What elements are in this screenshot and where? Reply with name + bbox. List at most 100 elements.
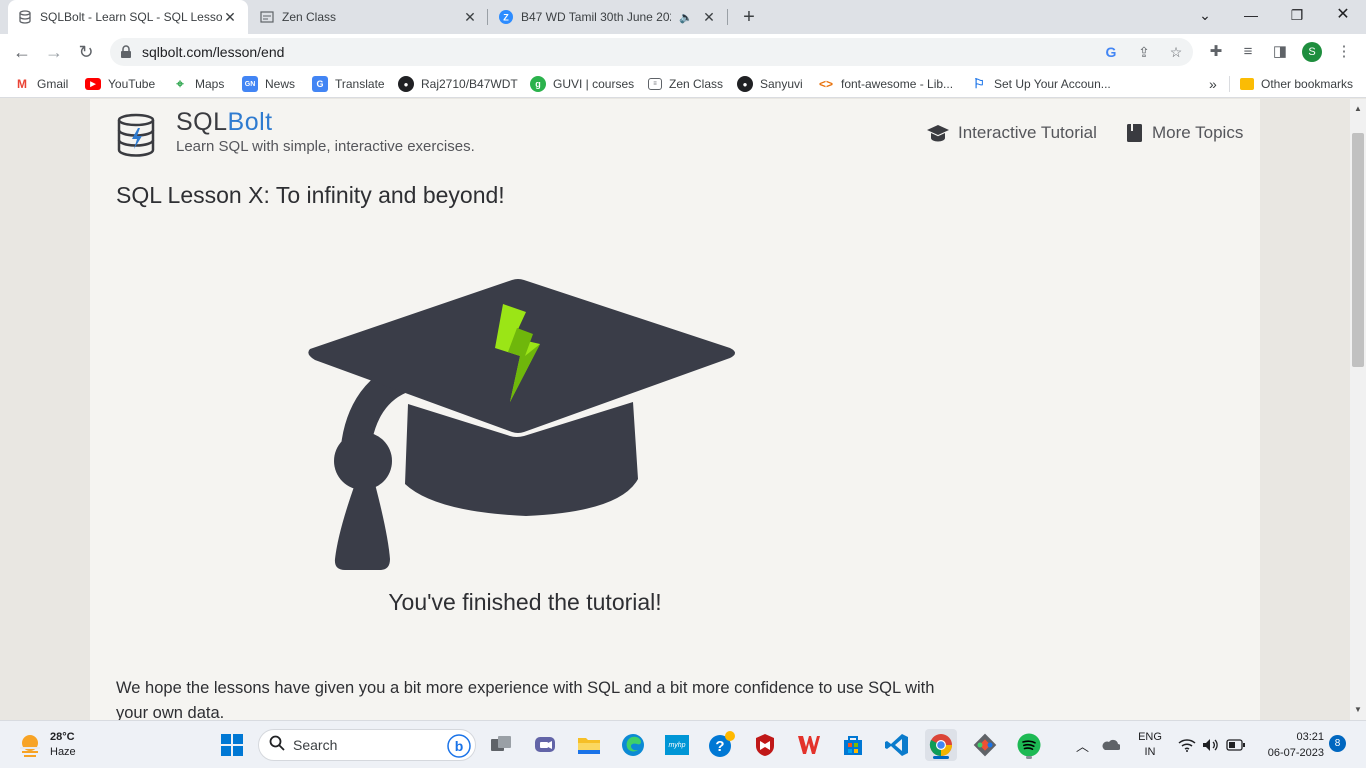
address-bar[interactable]: sqlbolt.com/lesson/end G ⇪ ☆ (110, 38, 1193, 66)
nav-interactive-tutorial[interactable]: Interactive Tutorial (926, 123, 1097, 143)
gmail-icon: M (17, 77, 27, 91)
system-clock[interactable]: 03:21 06-07-2023 (1250, 729, 1324, 761)
media-queue-icon[interactable]: ≡ (1238, 42, 1258, 62)
task-view-icon[interactable] (485, 729, 517, 761)
mcafee-icon[interactable] (749, 729, 781, 761)
volume-icon[interactable] (1202, 721, 1220, 768)
graduation-cap-illustration (300, 274, 740, 574)
nav-more-topics[interactable]: More Topics (1126, 123, 1243, 143)
lesson-title: SQL Lesson X: To infinity and beyond! (116, 182, 505, 208)
google-lens-icon[interactable]: G (1101, 42, 1121, 62)
wps-office-icon[interactable] (793, 729, 825, 761)
restore-button[interactable]: ❐ (1274, 0, 1320, 30)
bookmark-gmail[interactable]: M Gmail (14, 75, 68, 93)
bookmarks-bar: M Gmail ▶ YouTube ⌖ Maps GN News G Translate … (0, 70, 1366, 98)
browser-toolbar: ← → ↻ sqlbolt.com/lesson/end G ⇪ ☆ ✚ ≡ ◨… (0, 34, 1366, 70)
bookmark-label: Maps (195, 77, 225, 91)
close-tab-icon[interactable]: ✕ (462, 9, 478, 26)
notification-badge[interactable]: 8 (1329, 735, 1346, 752)
tab-title: Zen Class (282, 10, 337, 24)
maps-icon: ⌖ (176, 76, 184, 91)
brand-sql: SQL (176, 108, 228, 136)
minimize-button[interactable]: — (1228, 0, 1274, 30)
region-code: IN (1144, 746, 1156, 758)
sqlbolt-logo-icon[interactable] (116, 113, 156, 157)
bookmarks-overflow-button[interactable]: » (1209, 75, 1217, 93)
windows-taskbar: 28°C Haze Search b myhp ? ︿ ENG IN 03:21… (0, 720, 1366, 768)
bookmark-label: Translate (335, 77, 385, 91)
weather-widget[interactable]: 28°C Haze (16, 730, 76, 760)
back-button[interactable]: ← (8, 38, 36, 66)
onedrive-cloud-icon[interactable] (1100, 721, 1120, 768)
profile-avatar[interactable]: S (1302, 42, 1322, 62)
book-icon (1127, 124, 1142, 142)
new-tab-button[interactable]: + (737, 5, 761, 29)
bing-icon[interactable]: b (447, 734, 471, 761)
scroll-down-arrow-icon[interactable]: ▼ (1350, 702, 1366, 718)
tab-zen-class[interactable]: Zen Class ✕ (250, 0, 488, 34)
temperature-text: 28°C (50, 731, 75, 743)
site-brand[interactable]: SQLBolt (176, 108, 273, 137)
bookmark-label: GUVI | courses (553, 77, 635, 91)
tray-overflow-chevron-icon[interactable]: ︿ (1072, 721, 1093, 768)
closing-paragraph: We hope the lessons have given you a bit… (116, 679, 935, 720)
code-icon: <> (818, 77, 833, 91)
svg-text:?: ? (715, 738, 724, 755)
clock-time: 03:21 (1296, 731, 1324, 743)
bookmark-maps[interactable]: ⌖ Maps (172, 75, 224, 93)
bookmark-font-awesome[interactable]: <> font-awesome - Lib... (818, 75, 953, 93)
input-language-indicator[interactable]: ENG IN (1134, 721, 1166, 768)
bookmark-news[interactable]: GN News (242, 75, 295, 93)
bookmark-zen-class[interactable]: ≡ Zen Class (648, 75, 723, 93)
battery-icon[interactable] (1226, 721, 1246, 768)
close-tab-icon[interactable]: ✕ (701, 9, 717, 26)
start-button[interactable] (216, 729, 248, 761)
site-tagline: Learn SQL with simple, interactive exerc… (176, 138, 475, 155)
chrome-menu-icon[interactable]: ⋮ (1334, 42, 1354, 62)
file-explorer-icon[interactable] (573, 729, 605, 761)
bookmark-translate[interactable]: G Translate (312, 75, 385, 93)
bookmark-github-sanyuvi[interactable]: ● Sanyuvi (737, 75, 803, 93)
bookmark-label: Zen Class (669, 77, 724, 91)
page-scrollbar[interactable]: ▲ ▼ (1350, 99, 1366, 720)
extensions-puzzle-icon[interactable]: ✚ (1206, 42, 1226, 62)
windows-logo-icon (221, 734, 243, 756)
bookmark-label: Sanyuvi (760, 77, 803, 91)
close-window-button[interactable]: ✕ (1320, 0, 1366, 30)
bookmark-guvi[interactable]: g GUVI | courses (530, 75, 634, 93)
github-icon: ● (398, 76, 414, 92)
forward-button[interactable]: → (40, 38, 68, 66)
tab-search-chevron-down-icon[interactable]: ⌄ (1182, 0, 1228, 30)
spotify-icon[interactable] (1013, 729, 1045, 761)
bookmark-youtube[interactable]: ▶ YouTube (85, 75, 155, 93)
vscode-icon[interactable] (881, 729, 913, 761)
scroll-up-arrow-icon[interactable]: ▲ (1350, 101, 1366, 117)
share-icon[interactable]: ⇪ (1134, 42, 1154, 62)
wifi-icon[interactable] (1178, 721, 1196, 768)
taskbar-search-box[interactable]: Search b (258, 729, 476, 761)
bookmark-github-b47wdt[interactable]: ● Raj2710/B47WDT (398, 75, 518, 93)
zoom-favicon-icon: Z (499, 10, 513, 24)
myhp-app-icon[interactable]: myhp (661, 729, 693, 761)
url-text[interactable]: sqlbolt.com/lesson/end (142, 44, 284, 60)
bookmark-set-up-account[interactable]: ⚐ Set Up Your Accoun... (971, 75, 1111, 93)
audio-playing-icon[interactable]: 🔈 (679, 11, 693, 24)
microsoft-store-icon[interactable] (837, 729, 869, 761)
get-help-icon[interactable]: ? (705, 729, 737, 761)
tab-zoom-meeting[interactable]: Z B47 WD Tamil 30th June 2023 🔈 ✕ (489, 0, 727, 34)
other-bookmarks-folder[interactable]: Other bookmarks (1240, 75, 1353, 93)
teams-chat-icon[interactable] (529, 729, 561, 761)
bookmark-star-icon[interactable]: ☆ (1166, 42, 1186, 62)
tab-sqlbolt[interactable]: SQLBolt - Learn SQL - SQL Lesson X: To i… (8, 0, 248, 34)
lock-icon[interactable] (120, 45, 134, 59)
news-icon: GN (242, 76, 258, 92)
bookmark-label: Set Up Your Accoun... (994, 77, 1111, 91)
chrome-app-icon[interactable] (925, 729, 957, 761)
edge-browser-icon[interactable] (617, 729, 649, 761)
scrollbar-thumb[interactable] (1352, 133, 1364, 367)
nav-topics-label: More Topics (1152, 123, 1244, 142)
reload-button[interactable]: ↻ (72, 38, 100, 66)
git-tool-icon[interactable] (969, 729, 1001, 761)
close-tab-icon[interactable]: ✕ (222, 9, 238, 26)
side-panel-icon[interactable]: ◨ (1270, 42, 1290, 62)
